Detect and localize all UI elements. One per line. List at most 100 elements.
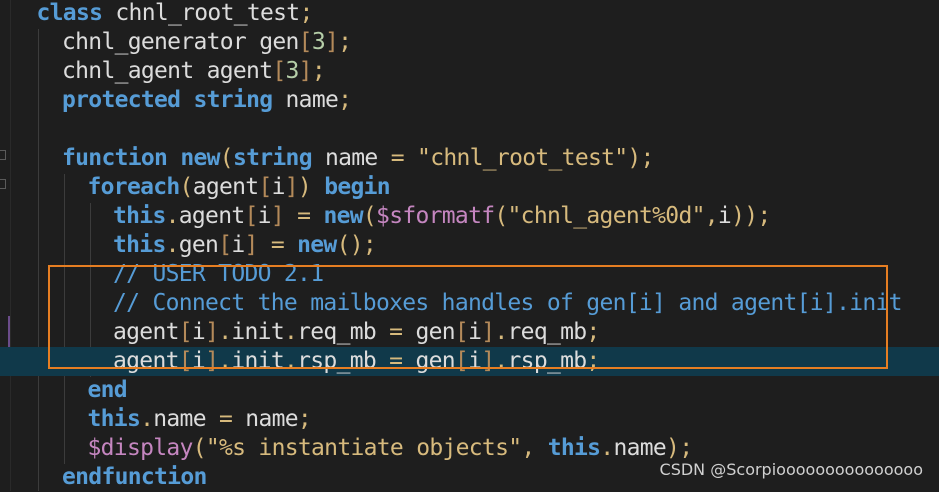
code-line-content: end	[87, 376, 128, 405]
code-line-content: class chnl_root_test;	[36, 0, 314, 28]
code-token: agent	[178, 203, 245, 229]
code-token: new	[297, 232, 337, 258]
code-token: i	[231, 232, 245, 258]
code-token: $display	[87, 435, 194, 461]
highlight-annotation-box	[48, 265, 888, 369]
code-token: );	[627, 145, 654, 171]
code-token: ]	[244, 232, 259, 258]
code-token: class	[36, 0, 103, 26]
code-line[interactable]	[0, 115, 939, 144]
code-token: .	[165, 203, 180, 229]
code-token: [	[244, 203, 259, 229]
code-token: 3	[285, 58, 300, 84]
code-token: name	[153, 406, 219, 432]
code-token: ]	[270, 203, 285, 229]
code-token: (	[494, 203, 508, 229]
code-token: begin	[324, 174, 390, 200]
code-token: ]	[298, 58, 313, 84]
code-token: .	[600, 435, 614, 461]
code-token: i	[257, 203, 272, 229]
code-token: name	[311, 145, 391, 171]
code-token: name	[272, 87, 339, 113]
code-token: .	[165, 232, 180, 258]
code-token: $sformatf	[376, 203, 495, 229]
code-token: "%s instantiate objects"	[205, 435, 522, 461]
code-line[interactable]: foreach(agent[i]) begin	[0, 173, 939, 202]
code-line-content: function new(string name = "chnl_root_te…	[62, 144, 654, 173]
code-line[interactable]: protected string name;	[0, 86, 939, 115]
watermark: CSDN @Scorpiooooooooooooooo	[659, 460, 923, 479]
code-token: name	[613, 435, 667, 461]
code-token: this	[547, 435, 601, 461]
code-token: foreach	[87, 174, 181, 200]
code-token: ;	[297, 406, 312, 432]
code-line-content: chnl_generator gen[3];	[62, 28, 352, 57]
code-token: this	[113, 232, 166, 258]
code-token: this	[113, 203, 166, 229]
code-line-content: foreach(agent[i]) begin	[87, 173, 391, 202]
code-token: ;	[338, 87, 352, 113]
code-token: [	[258, 174, 272, 200]
code-line-content: protected string name;	[62, 86, 352, 115]
code-token: );	[666, 435, 693, 461]
code-token: =	[390, 145, 405, 171]
code-token: new	[323, 203, 363, 229]
code-line[interactable]: this.name = name;	[0, 405, 939, 434]
code-token: new	[180, 145, 220, 171]
code-token: [	[298, 29, 313, 55]
code-token: this	[87, 406, 141, 432]
code-token: ();	[336, 232, 377, 258]
code-line[interactable]: chnl_agent agent[3];	[0, 57, 939, 86]
code-token: gen	[178, 232, 219, 258]
code-token: ;	[338, 29, 352, 55]
code-line-content: chnl_agent agent[3];	[62, 57, 326, 86]
code-token: =	[219, 406, 233, 432]
code-token: agent	[192, 174, 259, 200]
code-token: protected	[62, 87, 181, 113]
code-token: string	[193, 87, 273, 113]
code-token: [	[272, 58, 286, 84]
code-token: ,	[521, 435, 535, 461]
code-token: i	[271, 174, 286, 200]
code-line[interactable]: chnl_generator gen[3];	[0, 28, 939, 57]
code-token: end	[87, 377, 128, 403]
code-line-content: this.name = name;	[88, 405, 312, 434]
code-token: ]	[324, 29, 339, 55]
code-line-content: endfunction	[62, 463, 207, 492]
code-token: string	[232, 145, 313, 171]
code-line[interactable]: this.agent[i] = new($sformatf("chnl_agen…	[0, 202, 939, 231]
code-line-content: this.gen[i] = new();	[113, 231, 377, 260]
code-token: chnl_agent agent	[62, 58, 273, 84]
code-token: .	[140, 406, 154, 432]
code-token: ,	[704, 203, 719, 229]
code-line[interactable]: end	[0, 376, 939, 405]
code-line-content: this.agent[i] = new($sformatf("chnl_agen…	[113, 202, 771, 231]
code-token: =	[270, 232, 285, 258]
code-token: (	[219, 145, 234, 171]
code-token: (	[179, 174, 194, 200]
code-token: 3	[311, 29, 326, 55]
code-token: [	[218, 232, 232, 258]
code-token: ]	[284, 174, 299, 200]
code-line[interactable]: function new(string name = "chnl_root_te…	[0, 144, 939, 173]
code-token: chnl_root_test	[102, 0, 300, 26]
code-line[interactable]: class chnl_root_test;	[0, 0, 939, 28]
code-token: )	[297, 174, 312, 200]
code-token: "chnl_root_test"	[417, 145, 628, 171]
code-token: =	[297, 203, 311, 229]
code-line[interactable]: this.gen[i] = new();	[0, 231, 939, 260]
code-token: (	[192, 435, 207, 461]
code-token: name	[232, 406, 298, 432]
code-line[interactable]: $display("%s instantiate objects", this.…	[0, 434, 939, 463]
code-token: function	[62, 145, 168, 171]
code-token: ;	[299, 0, 313, 26]
code-token: endfunction	[62, 464, 207, 490]
